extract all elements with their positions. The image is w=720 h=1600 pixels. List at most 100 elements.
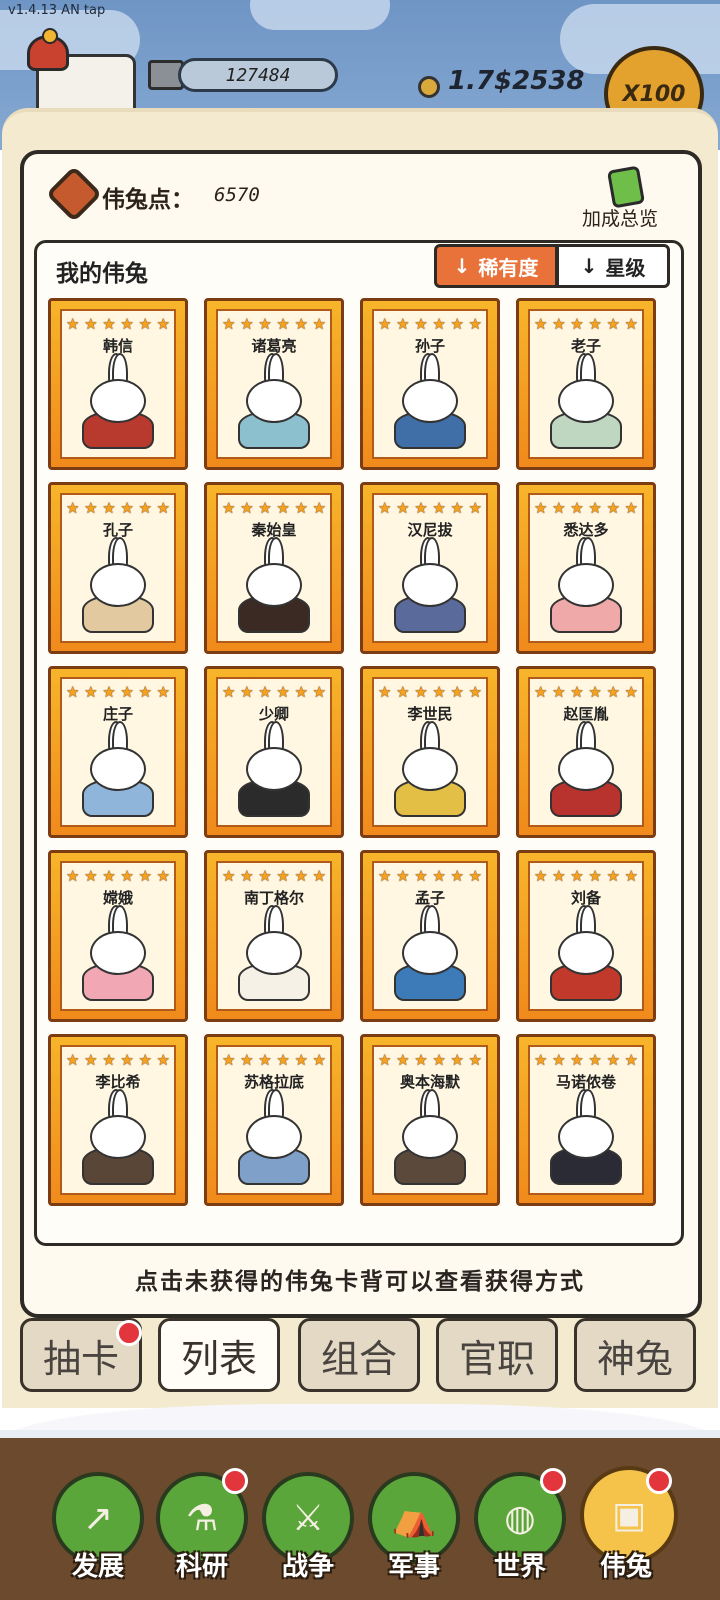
nav-label: 科研 [175, 1552, 228, 1582]
star-icon: ★ [276, 499, 290, 517]
bonus-overview-button[interactable]: 加成总览 [582, 204, 658, 231]
rabbit-card[interactable]: ★ ★ ★ ★ ★ ★ 南丁格尔 [204, 850, 344, 1022]
rabbit-card[interactable]: ★ ★ ★ ★ ★ ★ 赵匡胤 [516, 666, 656, 838]
star-icon: ★ [624, 1051, 638, 1069]
star-rating: ★ ★ ★ ★ ★ ★ [534, 684, 638, 700]
rabbit-card[interactable]: ★ ★ ★ ★ ★ ★ 苏格拉底 [204, 1034, 344, 1206]
card-frame: ★ ★ ★ ★ ★ ★ 嫦娥 [60, 861, 176, 1011]
star-icon: ★ [606, 867, 620, 885]
tab-2[interactable]: 组合 [298, 1318, 420, 1392]
star-icon: ★ [102, 315, 116, 333]
card-frame: ★ ★ ★ ★ ★ ★ 悉达多 [528, 493, 644, 643]
star-icon: ★ [222, 1051, 236, 1069]
rabbit-card[interactable]: ★ ★ ★ ★ ★ ★ 少卿 [204, 666, 344, 838]
cloud-decoration [250, 0, 390, 30]
star-icon: ★ [432, 315, 446, 333]
rabbit-card[interactable]: ★ ★ ★ ★ ★ ★ 奥本海默 [360, 1034, 500, 1206]
nav-label: 发展 [71, 1552, 124, 1582]
star-icon: ★ [378, 867, 392, 885]
card-frame: ★ ★ ★ ★ ★ ★ 孟子 [372, 861, 488, 1011]
star-icon: ★ [378, 1051, 392, 1069]
star-icon: ★ [450, 315, 464, 333]
sort-by-star-button[interactable]: ↓ 星级 [556, 244, 670, 288]
rabbit-portrait [392, 1089, 468, 1185]
tab-label: 抽卡 [42, 1336, 119, 1381]
rabbit-head [558, 379, 614, 423]
star-icon: ★ [312, 683, 326, 701]
star-icon: ★ [294, 683, 308, 701]
card-frame: ★ ★ ★ ★ ★ ★ 赵匡胤 [528, 677, 644, 827]
bonus-overview-icon[interactable] [606, 165, 646, 209]
rabbit-card[interactable]: ★ ★ ★ ★ ★ ★ 诸葛亮 [204, 298, 344, 470]
star-icon: ★ [570, 1051, 584, 1069]
star-icon: ★ [120, 499, 134, 517]
rabbit-portrait [80, 353, 156, 449]
star-icon: ★ [156, 1051, 170, 1069]
tab-1[interactable]: 列表 [158, 1318, 280, 1392]
star-icon: ★ [588, 315, 602, 333]
card-frame: ★ ★ ★ ★ ★ ★ 秦始皇 [216, 493, 332, 643]
star-icon: ★ [588, 867, 602, 885]
star-icon: ★ [66, 499, 80, 517]
rabbit-card[interactable]: ★ ★ ★ ★ ★ ★ 嫦娥 [48, 850, 188, 1022]
star-rating: ★ ★ ★ ★ ★ ★ [66, 684, 170, 700]
rabbit-portrait [80, 721, 156, 817]
nav-icon: ⚔ [291, 1497, 325, 1539]
star-icon: ★ [156, 315, 170, 333]
card-frame: ★ ★ ★ ★ ★ ★ 南丁格尔 [216, 861, 332, 1011]
star-icon: ★ [240, 867, 254, 885]
star-icon: ★ [396, 867, 410, 885]
star-icon: ★ [240, 315, 254, 333]
crown-icon [27, 28, 69, 71]
tab-label: 神兔 [596, 1336, 673, 1381]
card-frame: ★ ★ ★ ★ ★ ★ 庄子 [60, 677, 176, 827]
card-frame: ★ ★ ★ ★ ★ ★ 老子 [528, 309, 644, 459]
sort-by-rarity-button[interactable]: ↓ 稀有度 [434, 244, 558, 288]
star-icon: ★ [258, 1051, 272, 1069]
rabbit-card[interactable]: ★ ★ ★ ★ ★ ★ 悉达多 [516, 482, 656, 654]
tab-label: 列表 [180, 1336, 257, 1381]
rabbit-head [90, 1115, 146, 1159]
star-icon: ★ [624, 683, 638, 701]
rabbit-card[interactable]: ★ ★ ★ ★ ★ ★ 秦始皇 [204, 482, 344, 654]
star-icon: ★ [258, 867, 272, 885]
rabbit-card[interactable]: ★ ★ ★ ★ ★ ★ 汉尼拔 [360, 482, 500, 654]
rabbit-card[interactable]: ★ ★ ★ ★ ★ ★ 韩信 [48, 298, 188, 470]
rabbit-card[interactable]: ★ ★ ★ ★ ★ ★ 庄子 [48, 666, 188, 838]
star-icon: ★ [312, 315, 326, 333]
star-icon: ★ [66, 1051, 80, 1069]
tab-4[interactable]: 神兔 [574, 1318, 696, 1392]
rabbit-portrait [548, 353, 624, 449]
star-icon: ★ [552, 683, 566, 701]
star-icon: ★ [120, 867, 134, 885]
star-icon: ★ [432, 1051, 446, 1069]
rabbit-portrait [236, 721, 312, 817]
rabbit-card[interactable]: ★ ★ ★ ★ ★ ★ 孟子 [360, 850, 500, 1022]
rabbit-card[interactable]: ★ ★ ★ ★ ★ ★ 孔子 [48, 482, 188, 654]
card-frame: ★ ★ ★ ★ ★ ★ 孙子 [372, 309, 488, 459]
star-icon: ★ [468, 683, 482, 701]
rabbit-portrait [80, 537, 156, 633]
star-icon: ★ [312, 499, 326, 517]
tab-3[interactable]: 官职 [436, 1318, 558, 1392]
star-icon: ★ [294, 1051, 308, 1069]
star-icon: ★ [534, 315, 548, 333]
star-icon: ★ [432, 499, 446, 517]
rabbit-card[interactable]: ★ ★ ★ ★ ★ ★ 马诺侬卷 [516, 1034, 656, 1206]
star-rating: ★ ★ ★ ★ ★ ★ [222, 868, 326, 884]
rabbit-card[interactable]: ★ ★ ★ ★ ★ ★ 孙子 [360, 298, 500, 470]
star-icon: ★ [312, 1051, 326, 1069]
star-icon: ★ [102, 683, 116, 701]
rabbit-head [402, 747, 458, 791]
rabbit-card[interactable]: ★ ★ ★ ★ ★ ★ 李世民 [360, 666, 500, 838]
sort-rarity-label: 稀有度 [478, 255, 539, 280]
star-icon: ★ [534, 683, 548, 701]
rabbit-card[interactable]: ★ ★ ★ ★ ★ ★ 李比希 [48, 1034, 188, 1206]
rabbit-portrait [392, 721, 468, 817]
rabbit-card[interactable]: ★ ★ ★ ★ ★ ★ 老子 [516, 298, 656, 470]
rabbit-card[interactable]: ★ ★ ★ ★ ★ ★ 刘备 [516, 850, 656, 1022]
star-icon: ★ [606, 499, 620, 517]
star-rating: ★ ★ ★ ★ ★ ★ [66, 500, 170, 516]
star-icon: ★ [138, 315, 152, 333]
star-icon: ★ [468, 499, 482, 517]
